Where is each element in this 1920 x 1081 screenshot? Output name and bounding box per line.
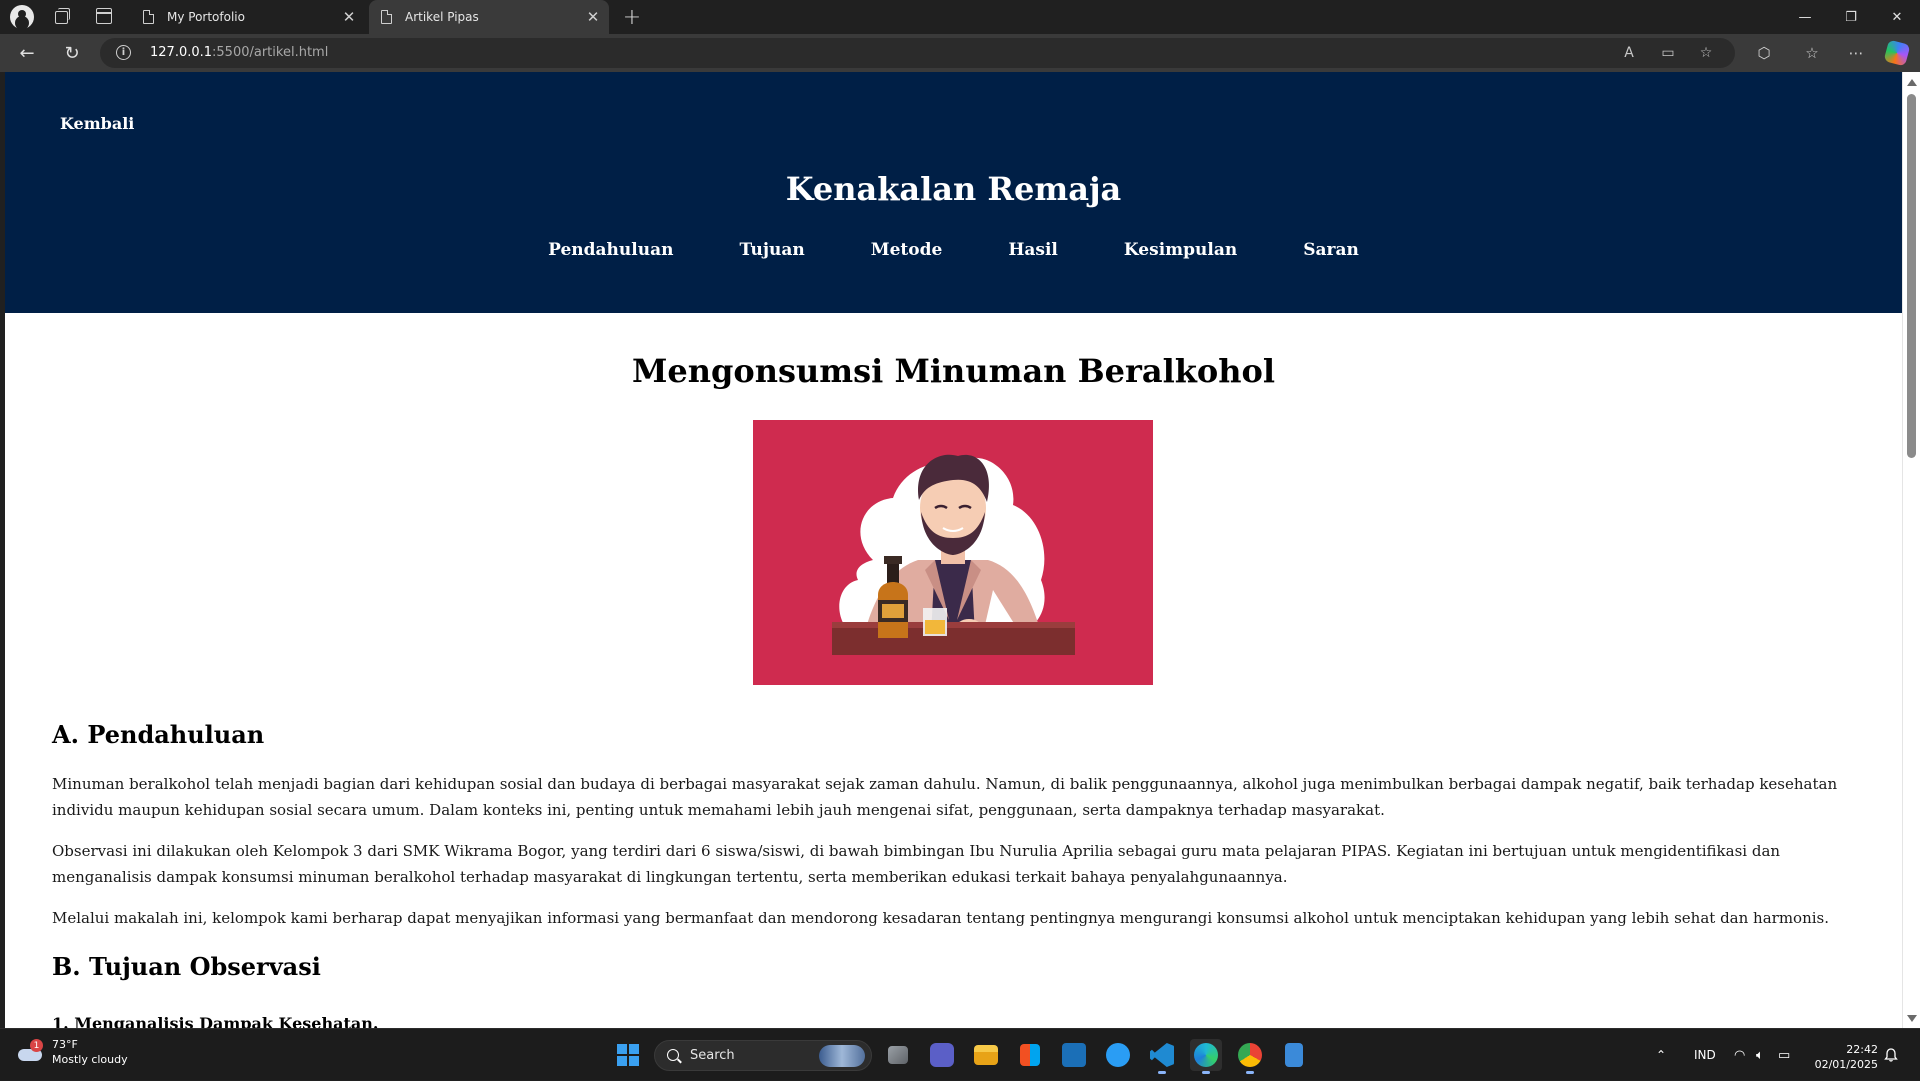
section-heading: B. Tujuan Observasi bbox=[52, 952, 321, 981]
battery-icon[interactable]: ▭ bbox=[1778, 1029, 1790, 1081]
microsoft-store-icon[interactable] bbox=[1014, 1039, 1046, 1071]
notification-bell-icon[interactable] bbox=[1884, 1048, 1898, 1062]
notification-badge: 1 bbox=[30, 1039, 43, 1052]
back-link[interactable]: Kembali bbox=[60, 114, 134, 133]
weather-temp: 73°F bbox=[52, 1038, 78, 1051]
windows-logo-icon bbox=[617, 1044, 639, 1066]
volume-icon[interactable]: 🔈︎ bbox=[1756, 1029, 1764, 1081]
search-highlight-image bbox=[819, 1045, 865, 1067]
paragraph: Observasi ini dilakukan oleh Kelompok 3 … bbox=[52, 842, 1781, 886]
nav-metode[interactable]: Metode bbox=[871, 240, 943, 260]
chrome-icon[interactable] bbox=[1234, 1039, 1266, 1074]
tab-strip: My Portofolio ✕ Artikel Pipas ✕ + — ❐ ✕ bbox=[0, 0, 1920, 34]
weather-widget[interactable]: 1 73°F Mostly cloudy bbox=[16, 1037, 128, 1067]
scrollbar-thumb[interactable] bbox=[1907, 94, 1916, 458]
site-title: Kenakalan Remaja bbox=[785, 170, 1122, 208]
tab-artikel-pipas[interactable]: Artikel Pipas ✕ bbox=[369, 0, 609, 34]
task-view-icon[interactable] bbox=[882, 1039, 914, 1071]
favorite-star-icon[interactable]: ☆ bbox=[1697, 45, 1715, 61]
favorites-icon[interactable]: ☆ bbox=[1802, 43, 1822, 63]
more-menu-icon[interactable]: ⋯ bbox=[1846, 43, 1866, 63]
weather-desc: Mostly cloudy bbox=[52, 1053, 128, 1066]
close-tab-icon[interactable]: ✕ bbox=[339, 7, 359, 27]
profile-avatar-icon[interactable] bbox=[10, 5, 34, 29]
tab-label: My Portofolio bbox=[167, 10, 245, 24]
section-heading: A. Pendahuluan bbox=[52, 720, 265, 749]
minimize-icon[interactable]: — bbox=[1782, 0, 1828, 34]
refresh-icon[interactable]: ↻ bbox=[60, 42, 84, 64]
nav-pendahuluan[interactable]: Pendahuluan bbox=[548, 240, 673, 260]
file-explorer-icon[interactable] bbox=[970, 1039, 1002, 1071]
site-header: Kembali Kenakalan Remaja Pendahuluan Tuj… bbox=[5, 72, 1902, 313]
tab-my-portofolio[interactable]: My Portofolio ✕ bbox=[131, 0, 365, 34]
teams-icon[interactable] bbox=[926, 1039, 958, 1071]
taskbar: 1 73°F Mostly cloudy Search ⌃ IND ◠ 🔈︎ ▭… bbox=[0, 1028, 1920, 1080]
nav-tujuan[interactable]: Tujuan bbox=[739, 240, 804, 260]
hero-illustration bbox=[753, 420, 1153, 685]
search-icon bbox=[667, 1049, 679, 1061]
site-nav: Pendahuluan Tujuan Metode Hasil Kesimpul… bbox=[5, 240, 1902, 260]
extensions-icon[interactable]: ⬡ bbox=[1754, 43, 1774, 63]
tab-actions-icon[interactable] bbox=[96, 8, 112, 24]
clock[interactable]: 22:42 02/01/2025 bbox=[1812, 1042, 1878, 1072]
search-label: Search bbox=[690, 1048, 735, 1063]
date: 02/01/2025 bbox=[1814, 1058, 1878, 1071]
start-button[interactable] bbox=[612, 1039, 644, 1071]
read-aloud-icon[interactable]: A bbox=[1620, 45, 1638, 61]
scroll-down-icon[interactable] bbox=[1907, 1015, 1917, 1022]
address-toolbar: ← ↻ i 127.0.0.1:5500/artikel.html A ▭ ☆ … bbox=[0, 34, 1920, 72]
web-page: Kembali Kenakalan Remaja Pendahuluan Tuj… bbox=[5, 72, 1902, 1028]
paragraph: Melalui makalah ini, kelompok kami berha… bbox=[52, 909, 1830, 927]
new-tab-button[interactable]: + bbox=[620, 5, 644, 30]
close-tab-icon[interactable]: ✕ bbox=[583, 7, 603, 27]
close-window-icon[interactable]: ✕ bbox=[1874, 0, 1920, 34]
nav-saran[interactable]: Saran bbox=[1303, 240, 1359, 260]
wifi-icon[interactable]: ◠ bbox=[1734, 1029, 1745, 1081]
nav-kesimpulan[interactable]: Kesimpulan bbox=[1124, 240, 1237, 260]
site-info-icon[interactable]: i bbox=[116, 45, 131, 60]
subheading: 1. Menganalisis Dampak Kesehatan. bbox=[52, 1014, 379, 1028]
workspaces-icon[interactable] bbox=[52, 7, 72, 27]
help-icon[interactable] bbox=[1102, 1039, 1134, 1071]
show-hidden-icons[interactable]: ⌃ bbox=[1656, 1029, 1666, 1081]
cloud-icon: 1 bbox=[16, 1039, 44, 1063]
immersive-reader-icon[interactable]: ▭ bbox=[1659, 45, 1677, 61]
article-title: Mengonsumsi Minuman Beralkohol bbox=[631, 352, 1276, 390]
mysql-workbench-icon[interactable] bbox=[1058, 1039, 1090, 1071]
restore-icon[interactable]: ❐ bbox=[1828, 0, 1874, 34]
tab-label: Artikel Pipas bbox=[405, 10, 479, 24]
back-arrow-icon[interactable]: ← bbox=[15, 42, 39, 64]
page-icon bbox=[381, 10, 392, 24]
time: 22:42 bbox=[1846, 1043, 1878, 1056]
nav-hasil[interactable]: Hasil bbox=[1008, 240, 1058, 260]
page-icon bbox=[143, 10, 154, 24]
page-scrollbar[interactable] bbox=[1902, 72, 1920, 1028]
notepad-icon[interactable] bbox=[1278, 1039, 1310, 1071]
language-indicator[interactable]: IND bbox=[1694, 1029, 1716, 1081]
taskbar-search[interactable]: Search bbox=[654, 1040, 872, 1071]
address-bar[interactable]: i 127.0.0.1:5500/artikel.html A ▭ ☆ bbox=[100, 38, 1735, 68]
vscode-icon[interactable] bbox=[1146, 1039, 1178, 1074]
url-text[interactable]: 127.0.0.1:5500/artikel.html bbox=[150, 45, 328, 60]
paragraph: Minuman beralkohol telah menjadi bagian … bbox=[52, 775, 1838, 819]
scroll-up-icon[interactable] bbox=[1907, 79, 1917, 86]
edge-icon[interactable] bbox=[1190, 1039, 1222, 1074]
